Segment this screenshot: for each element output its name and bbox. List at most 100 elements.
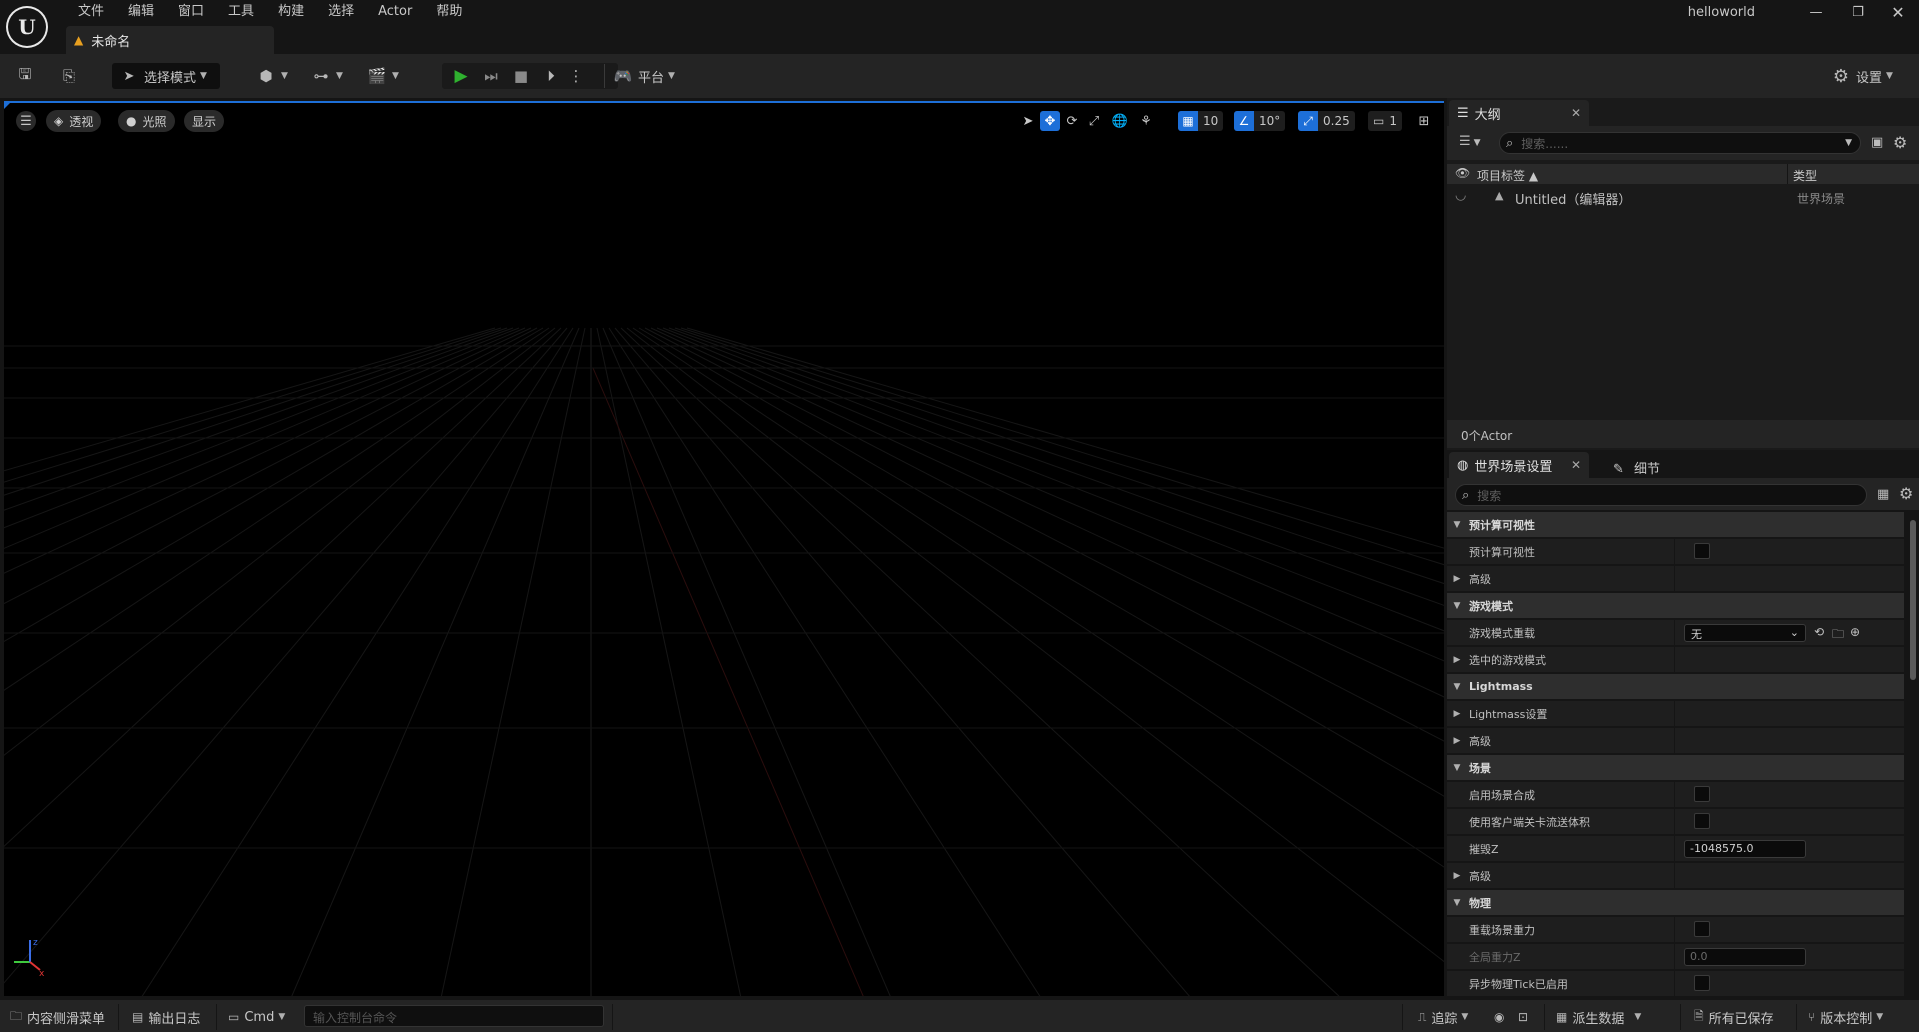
property-row[interactable]: ▶ Lightmass设置: [1447, 701, 1904, 727]
property-category[interactable]: ▼ 预计算可视性: [1447, 512, 1904, 538]
unreal-logo-icon[interactable]: U: [6, 6, 48, 48]
details-tab[interactable]: ✎ 细节: [1613, 458, 1660, 477]
chevron-down-icon[interactable]: ▼: [1447, 520, 1467, 530]
details-scrollbar[interactable]: [1910, 520, 1916, 680]
add-circle-icon[interactable]: ⊕: [1850, 625, 1860, 639]
browse-folder-icon[interactable]: 🗀: [1832, 625, 1844, 646]
property-row[interactable]: ▶ 高级: [1447, 566, 1904, 592]
property-category[interactable]: ▼ 游戏模式: [1447, 593, 1904, 619]
menu-file[interactable]: 文件: [66, 2, 116, 22]
property-checkbox[interactable]: [1694, 975, 1710, 991]
add-actor-button[interactable]: ⬢ ▼: [255, 63, 287, 89]
add-folder-icon[interactable]: ▣: [1871, 135, 1883, 150]
chevron-down-icon[interactable]: ▼: [1447, 601, 1467, 611]
close-icon[interactable]: ✕: [1571, 458, 1581, 472]
menu-actor[interactable]: Actor: [366, 2, 424, 22]
minimize-icon[interactable]: —: [1796, 0, 1836, 24]
chevron-down-icon[interactable]: ▼: [1447, 763, 1467, 773]
chevron-right-icon[interactable]: ▶: [1447, 736, 1467, 746]
menu-tools[interactable]: 工具: [216, 2, 266, 22]
derived-data-button[interactable]: ▦ 派生数据 ▼: [1556, 1007, 1641, 1027]
stop-icon[interactable]: ■: [506, 65, 536, 87]
gear-icon[interactable]: ⚙: [1899, 484, 1913, 503]
settings-button[interactable]: ⚙ 设置 ▼: [1830, 63, 1893, 89]
rotate-icon[interactable]: ⟳: [1062, 111, 1082, 131]
all-saved-button[interactable]: 🗎 所有已保存: [1694, 1007, 1774, 1027]
level-viewport[interactable]: ☰ ◈ 透视 ● 光照 显示 ➤ ✥ ⟳ ⤢ 🌐 ⚘ ▦ 10 ∠ 10° ⤢ …: [4, 101, 1444, 996]
chevron-right-icon[interactable]: ▶: [1447, 709, 1467, 719]
visibility-eye-icon[interactable]: 👁: [1455, 166, 1470, 180]
blueprint-button[interactable]: ⊶ ▼: [310, 63, 343, 89]
property-checkbox[interactable]: [1694, 543, 1710, 559]
scale-snap-toggle[interactable]: ⤢ 0.25: [1298, 111, 1355, 131]
menu-edit[interactable]: 编辑: [116, 2, 166, 22]
chevron-down-icon[interactable]: ▼: [1447, 682, 1467, 692]
cmd-selector[interactable]: ▭ Cmd ▼: [228, 1007, 285, 1027]
content-drawer-button[interactable]: 🗀 内容侧滑菜单: [10, 1007, 105, 1027]
world-settings-tab[interactable]: ◍ 世界场景设置 ✕: [1449, 452, 1589, 478]
translate-icon[interactable]: ✥: [1040, 111, 1060, 131]
lighting-button[interactable]: ● 光照: [118, 110, 175, 132]
property-row[interactable]: ▶ 高级: [1447, 728, 1904, 754]
level-document-tab[interactable]: ▲ 未命名: [66, 26, 274, 54]
menu-window[interactable]: 窗口: [166, 2, 216, 22]
gear-icon[interactable]: ⚙: [1893, 133, 1907, 152]
show-button[interactable]: 显示: [184, 110, 225, 132]
screenshot-icon[interactable]: ⊡: [1518, 1007, 1533, 1027]
viewport-layout-icon[interactable]: ⊞: [1414, 111, 1434, 131]
world-local-icon[interactable]: 🌐: [1110, 111, 1130, 131]
viewport-menu-icon[interactable]: ☰: [16, 111, 36, 131]
surface-snap-icon[interactable]: ⚘: [1136, 111, 1156, 131]
outliner-row[interactable]: ◡ ▲ Untitled（编辑器） 世界场景: [1447, 186, 1919, 208]
property-row[interactable]: ▶ 高级: [1447, 863, 1904, 889]
platform-button[interactable]: 🎮 平台 ▼: [612, 63, 675, 89]
grid-snap-toggle[interactable]: ▦ 10: [1178, 111, 1224, 131]
table-view-icon[interactable]: ▦: [1877, 487, 1889, 502]
step-forward-icon[interactable]: ⏭: [476, 65, 506, 87]
property-row[interactable]: ▶ 选中的游戏模式: [1447, 647, 1904, 673]
cinematics-button[interactable]: 🎬 ▼: [366, 63, 399, 89]
details-search-input[interactable]: ⌕ 搜索: [1455, 484, 1867, 506]
visibility-toggle-icon[interactable]: ◡: [1455, 188, 1466, 203]
source-control-button[interactable]: ⑂ 版本控制 ▼: [1808, 1007, 1883, 1027]
close-window-icon[interactable]: ✕: [1878, 0, 1918, 24]
reset-arrow-icon[interactable]: ⟲: [1814, 625, 1824, 639]
column-label-header[interactable]: 项目标签 ▲: [1477, 167, 1538, 184]
restore-icon[interactable]: ❐: [1838, 0, 1878, 24]
chevron-right-icon[interactable]: ▶: [1447, 871, 1467, 881]
save-icon[interactable]: 🖫: [14, 63, 36, 89]
game-mode-dropdown[interactable]: 无 ⌄: [1684, 624, 1806, 642]
trace-button[interactable]: ⎍ 追踪 ▼: [1418, 1007, 1468, 1027]
select-cursor-icon[interactable]: ➤: [1018, 111, 1038, 131]
play-icon[interactable]: ▶: [446, 65, 476, 87]
filter-icon[interactable]: ☰ ▼: [1459, 134, 1481, 149]
chevron-right-icon[interactable]: ▶: [1447, 574, 1467, 584]
outliner-tab[interactable]: ☰ 大纲 ✕: [1449, 100, 1589, 126]
perspective-button[interactable]: ◈ 透视: [46, 110, 102, 132]
mode-select-dropdown[interactable]: ➤ 选择模式 ▼: [112, 63, 220, 89]
property-checkbox[interactable]: [1694, 921, 1710, 937]
property-category[interactable]: ▼ 物理: [1447, 890, 1904, 916]
property-checkbox[interactable]: [1694, 786, 1710, 802]
property-checkbox[interactable]: [1694, 813, 1710, 829]
close-icon[interactable]: ✕: [1571, 106, 1581, 120]
column-type-header[interactable]: 类型: [1793, 167, 1817, 184]
property-category[interactable]: ▼ 场景: [1447, 755, 1904, 781]
play-options-icon[interactable]: ⏵: [536, 65, 566, 87]
browse-level-icon[interactable]: ⎘: [58, 63, 80, 89]
outliner-search-input[interactable]: ⌕ 搜索...... ▼: [1499, 132, 1861, 154]
property-number-field[interactable]: -1048575.0: [1684, 840, 1806, 858]
chevron-down-icon[interactable]: ▼: [1447, 898, 1467, 908]
scale-icon[interactable]: ⤢: [1084, 111, 1104, 131]
menu-build[interactable]: 构建: [266, 2, 316, 22]
record-icon[interactable]: ◉: [1494, 1007, 1509, 1027]
console-command-input[interactable]: 输入控制台命令: [304, 1005, 604, 1027]
property-category[interactable]: ▼ Lightmass: [1447, 674, 1904, 700]
more-vertical-icon[interactable]: ⋮: [566, 65, 586, 87]
camera-speed-button[interactable]: ▭ 1: [1368, 111, 1402, 131]
chevron-right-icon[interactable]: ▶: [1447, 655, 1467, 665]
menu-help[interactable]: 帮助: [424, 2, 474, 22]
rotation-snap-toggle[interactable]: ∠ 10°: [1234, 111, 1286, 131]
menu-select[interactable]: 选择: [316, 2, 366, 22]
output-log-button[interactable]: ▤ 输出日志: [132, 1007, 200, 1027]
